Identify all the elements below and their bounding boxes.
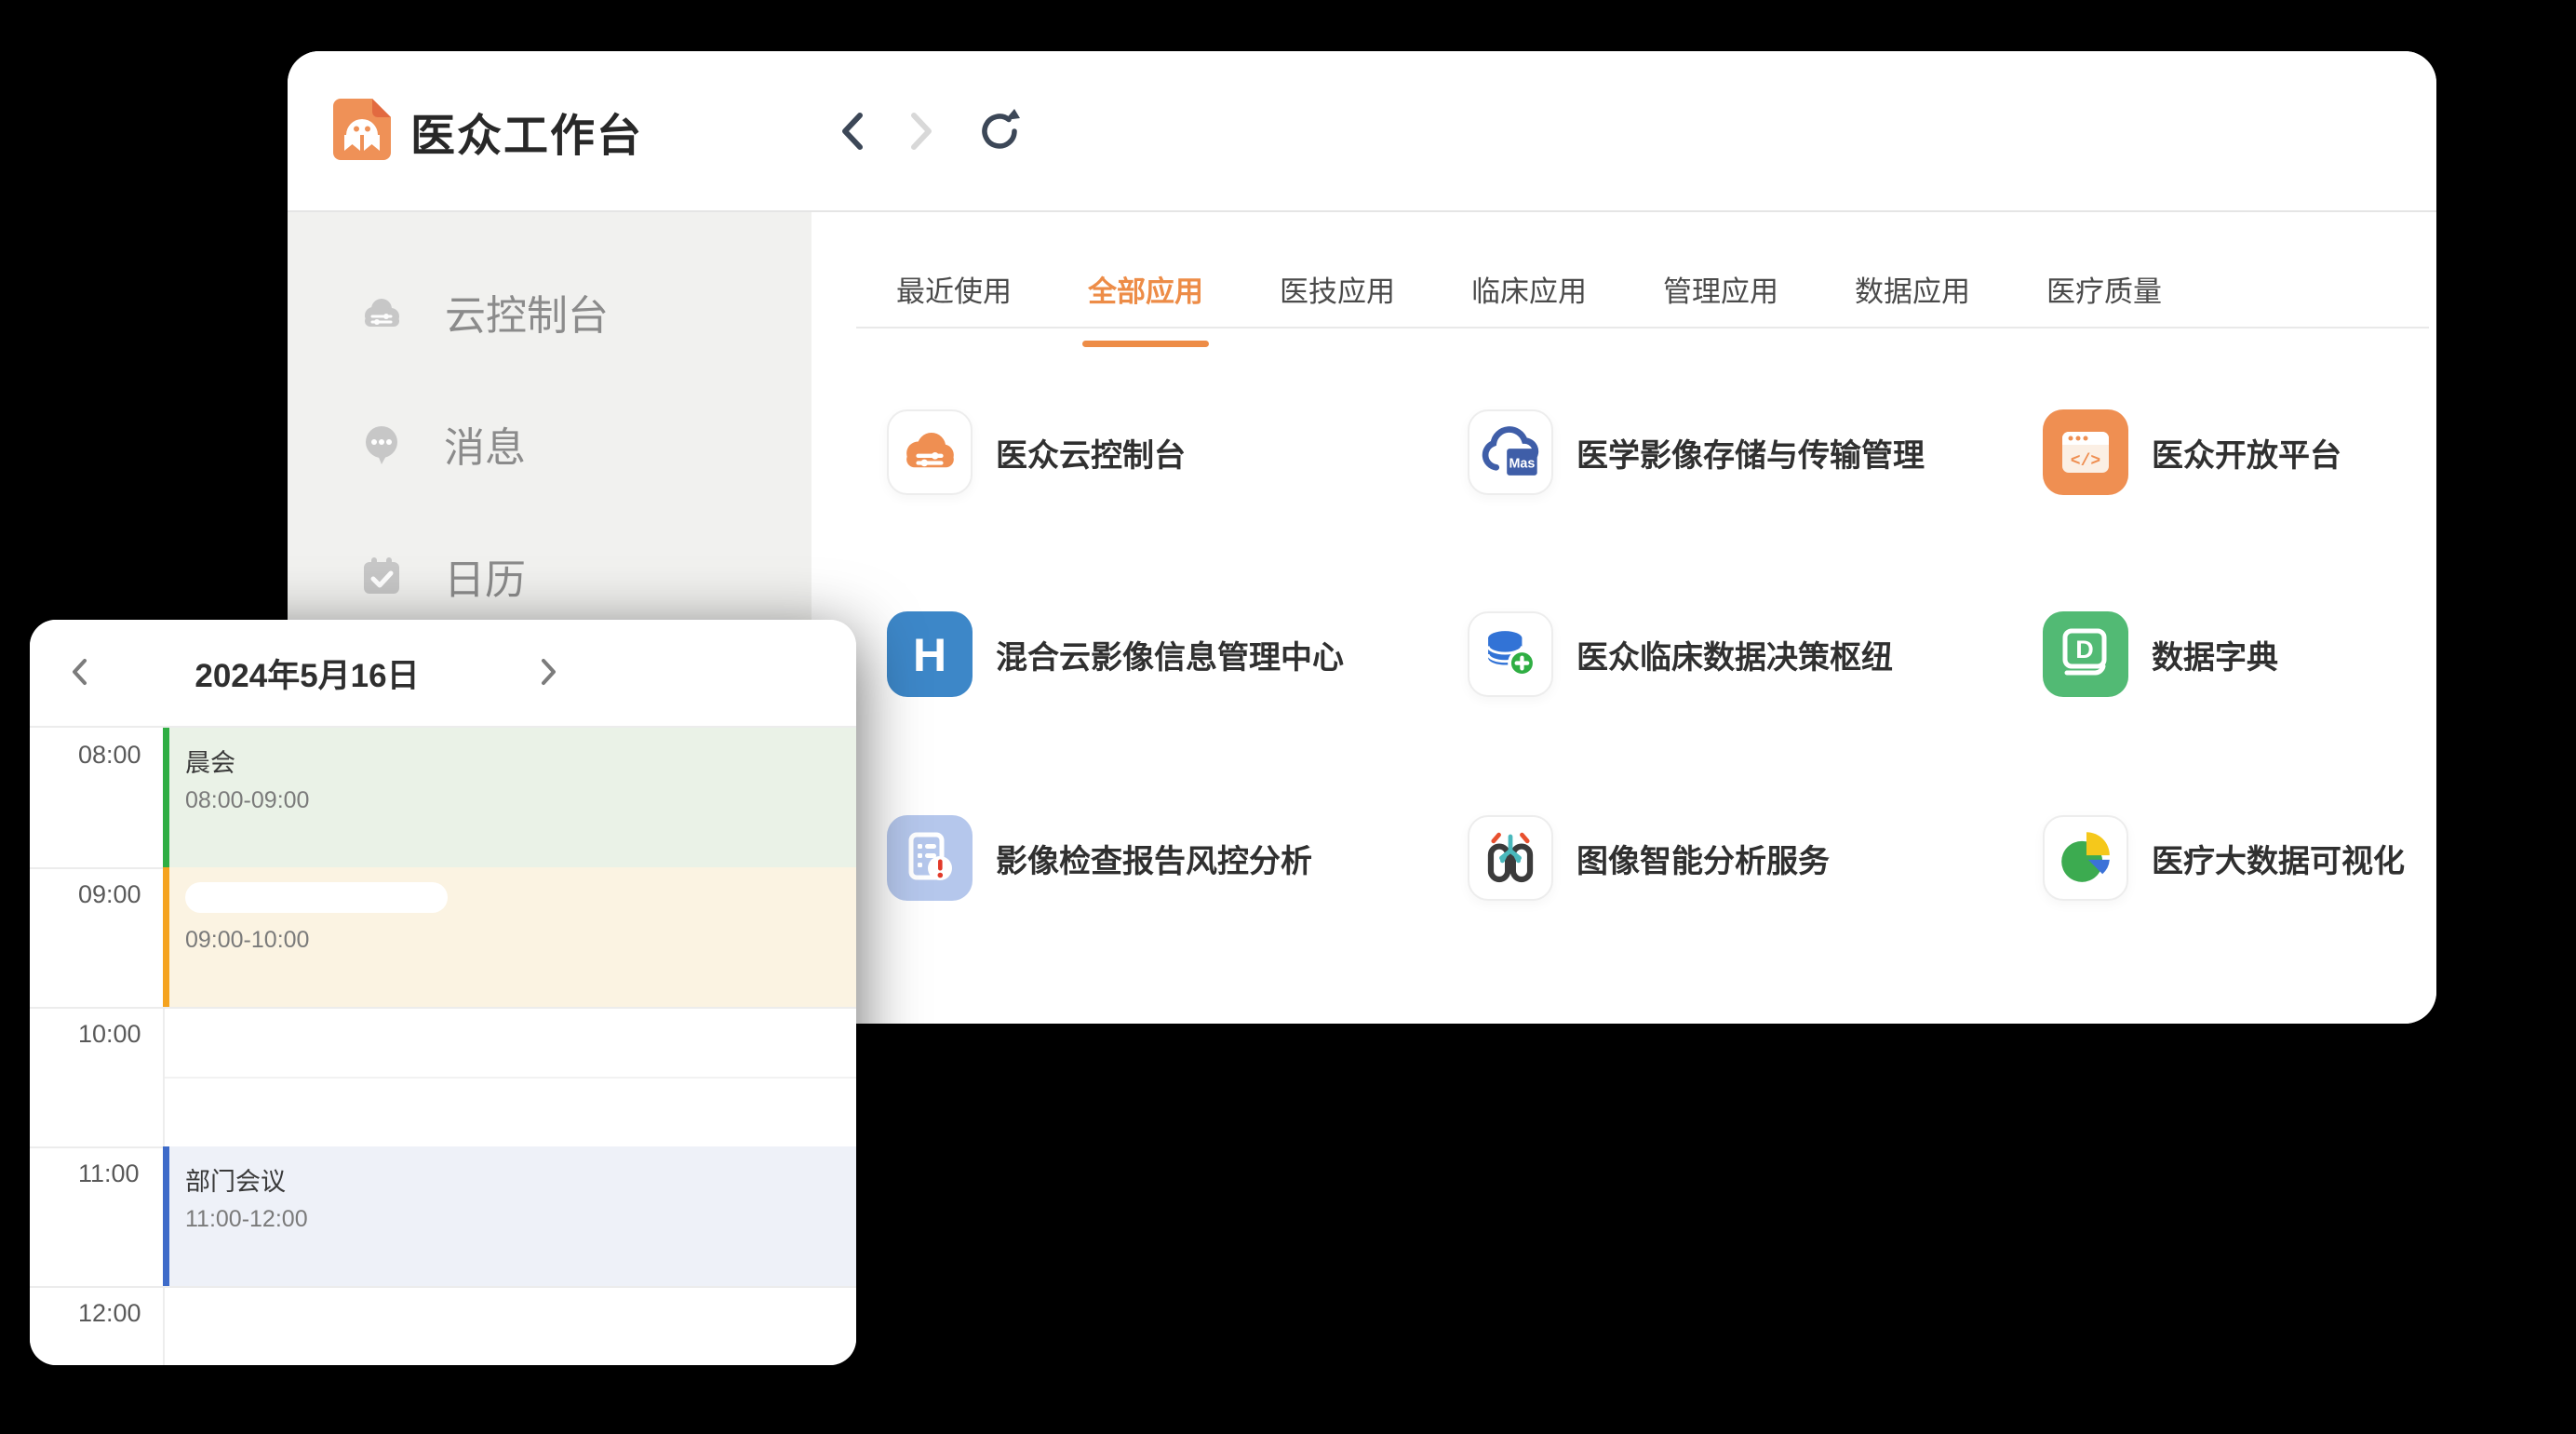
cloud-console-gray-icon (360, 290, 404, 334)
sidebar-item-label: 日历 (444, 546, 526, 606)
app-logo-icon (333, 99, 391, 160)
event-title: 部门会议 (185, 1161, 856, 1198)
event-title: 晨会 (185, 743, 856, 779)
time-label: 09:00 (78, 880, 141, 909)
calendar-check-icon (360, 555, 403, 597)
time-label: 08:00 (78, 741, 141, 770)
message-bubble-icon (360, 422, 403, 465)
event-time: 08:00-09:00 (185, 787, 856, 814)
time-label: 12:00 (78, 1299, 141, 1328)
app-image-ai-analysis[interactable]: 图像智能分析服务 (1468, 815, 1830, 901)
event-color-bar (163, 1146, 169, 1286)
window-header: 医众工作台 (288, 51, 2436, 212)
app-category-tabs: 最近使用 全部应用 医技应用 临床应用 管理应用 数据应用 医疗质量 (812, 212, 2436, 328)
calendar-next-day-button[interactable] (539, 657, 559, 687)
app-name: 数据字典 (2152, 632, 2278, 677)
app-clinical-data-hub[interactable]: 医众临床数据决策枢纽 (1468, 611, 1893, 697)
pie-chart-icon (2043, 815, 2128, 901)
tab-all-apps[interactable]: 全部应用 (1088, 194, 1203, 347)
clinical-data-hub-icon (1468, 611, 1553, 697)
browser-nav (839, 51, 1023, 210)
sidebar-item-label: 云控制台 (445, 282, 609, 342)
calendar-panel: 2024年5月16日 08:00 09:00 10:00 11:00 12:00… (30, 620, 856, 1365)
lungs-ai-icon (1468, 815, 1553, 901)
app-name: 医众临床数据决策枢纽 (1576, 632, 1893, 677)
tab-clinical-apps[interactable]: 临床应用 (1471, 194, 1587, 347)
sidebar-item-calendar[interactable]: 日历 (288, 529, 812, 623)
app-name: 医学影像存储与传输管理 (1576, 430, 1925, 476)
calendar-prev-day-button[interactable] (69, 657, 89, 687)
tabs-divider (856, 327, 2429, 328)
refresh-button[interactable] (976, 108, 1023, 154)
app-big-data-visualization[interactable]: 医疗大数据可视化 (2043, 815, 2405, 901)
sidebar-item-messages[interactable]: 消息 (288, 397, 812, 490)
calendar-day-grid: 08:00 09:00 10:00 11:00 12:00 晨会 08:00-0… (30, 728, 856, 1365)
app-name: 影像检查报告风控分析 (996, 836, 1312, 881)
back-button[interactable] (839, 110, 866, 153)
tab-medical-quality[interactable]: 医疗质量 (2046, 194, 2162, 347)
chevron-left-icon (69, 657, 89, 687)
app-open-platform[interactable]: </> 医众开放平台 (2043, 409, 2341, 495)
time-label: 11:00 (78, 1159, 140, 1188)
forward-button[interactable] (907, 110, 935, 153)
app-report-risk-analysis[interactable]: 影像检查报告风控分析 (887, 815, 1312, 901)
event-color-bar (163, 867, 169, 1007)
chevron-right-icon (907, 110, 935, 153)
open-platform-icon: </> (2043, 409, 2128, 495)
app-name: 医众开放平台 (2152, 430, 2341, 476)
tab-recent[interactable]: 最近使用 (896, 194, 1012, 347)
event-title-redacted-pill (185, 882, 448, 913)
calendar-event-morning-meeting[interactable]: 晨会 08:00-09:00 (163, 728, 856, 867)
content-area: 最近使用 全部应用 医技应用 临床应用 管理应用 数据应用 医疗质量 (812, 212, 2436, 1024)
svg-text:</>: </> (2071, 452, 2100, 471)
app-cloud-console[interactable]: 医众云控制台 (887, 409, 1186, 495)
chevron-left-icon (839, 110, 866, 153)
app-imaging-storage-transfer[interactable]: Mas 医学影像存储与传输管理 (1468, 409, 1925, 495)
time-label: 10:00 (78, 1020, 141, 1049)
chevron-right-icon (539, 657, 559, 687)
app-name: 医疗大数据可视化 (2152, 836, 2405, 881)
calendar-date: 2024年5月16日 (149, 620, 465, 726)
event-color-bar (163, 728, 169, 867)
app-data-dictionary[interactable]: D 数据字典 (2043, 611, 2278, 697)
hour-gridline (30, 1007, 856, 1009)
report-risk-icon (887, 815, 973, 901)
half-hour-gridline (165, 1077, 856, 1079)
tab-medtech-apps[interactable]: 医技应用 (1280, 194, 1395, 347)
data-dictionary-icon: D (2043, 611, 2128, 697)
app-name: 医众云控制台 (996, 430, 1186, 476)
cloud-console-icon (887, 409, 973, 495)
app-title: 医众工作台 (410, 51, 643, 210)
event-time: 09:00-10:00 (185, 927, 856, 954)
app-name: 混合云影像信息管理中心 (996, 632, 1344, 677)
app-name: 图像智能分析服务 (1576, 836, 1830, 881)
app-hybrid-cloud-imaging-center[interactable]: H 混合云影像信息管理中心 (887, 611, 1344, 697)
hybrid-h-icon: H (887, 611, 973, 697)
svg-text:H: H (913, 629, 946, 681)
tab-management-apps[interactable]: 管理应用 (1663, 194, 1778, 347)
sidebar-item-cloud-console[interactable]: 云控制台 (288, 265, 812, 358)
hour-gridline (30, 1286, 856, 1288)
svg-text:Mas: Mas (1509, 456, 1535, 471)
event-time: 11:00-12:00 (185, 1206, 856, 1233)
calendar-header: 2024年5月16日 (30, 620, 856, 728)
tab-data-apps[interactable]: 数据应用 (1855, 194, 1970, 347)
sidebar-item-label: 消息 (444, 414, 526, 474)
svg-text:D: D (2075, 636, 2094, 663)
refresh-icon (976, 108, 1023, 154)
calendar-event-department-meeting[interactable]: 部门会议 11:00-12:00 (163, 1146, 856, 1286)
mas-cloud-icon: Mas (1468, 409, 1553, 495)
calendar-event-redacted[interactable]: 09:00-10:00 (163, 867, 856, 1007)
